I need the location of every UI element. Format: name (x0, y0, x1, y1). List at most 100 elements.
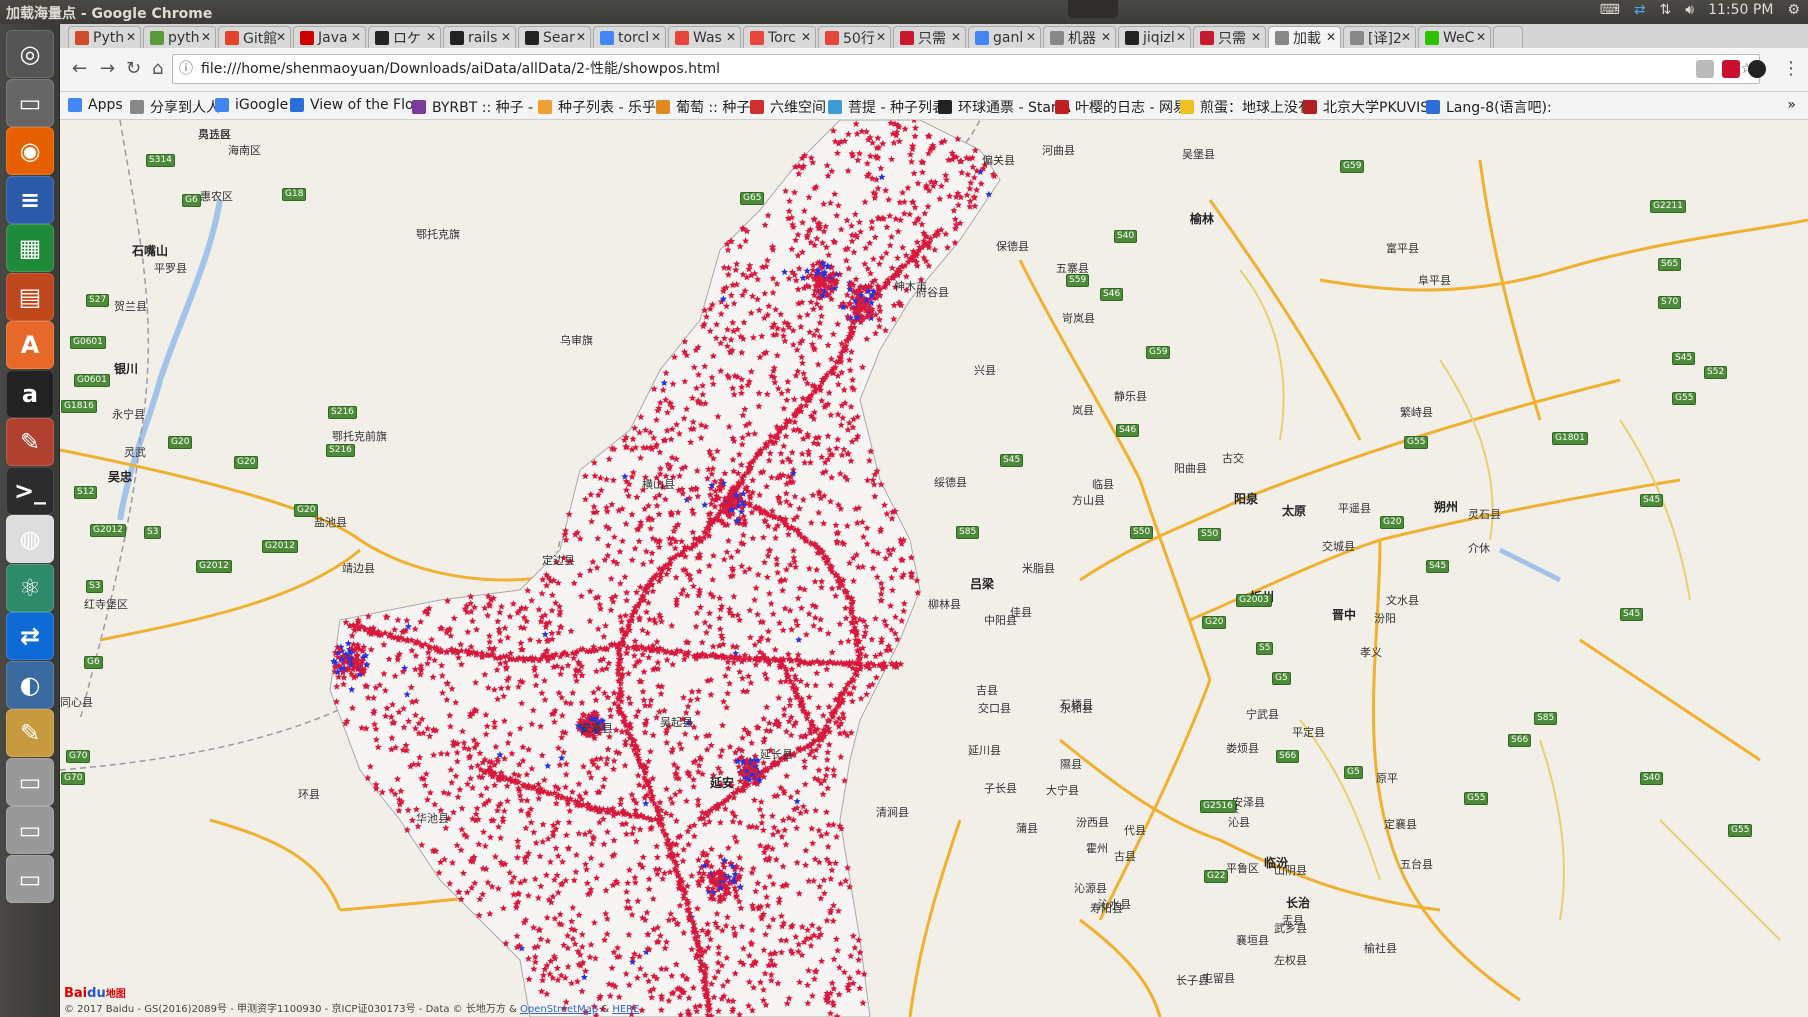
tab-close-icon[interactable]: ✕ (1401, 30, 1411, 44)
tab-close-icon[interactable]: ✕ (1251, 30, 1261, 44)
new-tab-button[interactable] (1493, 26, 1523, 48)
bookmark-item[interactable]: BYRBT :: 种子 - P (412, 97, 546, 117)
browser-tab[interactable]: Sear ✕ (518, 26, 591, 48)
address-bar[interactable]: ⓘ file:///home/shenmaoyuan/Downloads/aiD… (172, 54, 1760, 84)
bookmark-item[interactable]: 种子列表 - 乐乎P (538, 97, 664, 117)
software-center-icon[interactable]: A (6, 321, 54, 369)
atom-icon[interactable]: ⚛ (6, 563, 54, 612)
tab-close-icon[interactable]: ✕ (351, 30, 361, 44)
bookmark-item[interactable]: iGoogle (215, 97, 288, 113)
clock[interactable]: 11:50 PM (1708, 2, 1773, 18)
bookmark-item[interactable]: 煎蛋：地球上没有 (1180, 97, 1312, 117)
wireshark-icon[interactable]: ◐ (6, 660, 54, 709)
tab-close-icon[interactable]: ✕ (1101, 30, 1111, 44)
tab-close-icon[interactable]: ✕ (1326, 30, 1336, 44)
browser-tab[interactable]: Java ✕ (293, 26, 366, 48)
text-editor-icon[interactable]: ✎ (6, 709, 54, 757)
bookmarks-more-icon[interactable]: » (1787, 97, 1796, 113)
drive-icon[interactable]: ▭ (6, 757, 54, 806)
here-link[interactable]: HERE (612, 1004, 639, 1015)
keyboard-icon[interactable]: ⌨ (1600, 2, 1620, 18)
tab-close-icon[interactable]: ✕ (501, 30, 511, 44)
back-icon[interactable]: ← (72, 58, 87, 79)
osm-link[interactable]: OpenStreetMap (520, 1004, 598, 1015)
drive-icon[interactable]: ▭ (6, 806, 54, 854)
browser-tab[interactable]: Torc ✕ (743, 26, 816, 48)
bookmark-item[interactable]: 北京大学PKUVIS (1303, 97, 1429, 117)
tab-close-icon[interactable]: ✕ (726, 30, 736, 44)
volume-icon[interactable]: 🔊︎ (1685, 2, 1694, 18)
bookmark-item[interactable]: 环球通票 - Star A (938, 97, 1071, 117)
bookmark-item[interactable]: 菩提 - 种子列表 (828, 97, 946, 117)
browser-tab[interactable]: ganl ✕ (968, 26, 1041, 48)
bookmark-item[interactable]: View of the Flow (290, 97, 425, 113)
impress-icon[interactable]: ▤ (6, 272, 54, 321)
tab-close-icon[interactable]: ✕ (426, 30, 436, 44)
firefox-icon[interactable]: ◉ (6, 127, 54, 175)
chrome-icon[interactable]: ◍ (6, 515, 54, 563)
tab-close-icon[interactable]: ✕ (201, 30, 211, 44)
browser-tab[interactable]: 机器 ✕ (1043, 26, 1116, 48)
browser-tab[interactable]: 加載 ✕ (1268, 26, 1341, 48)
gear-icon[interactable]: ⚙ (1787, 2, 1800, 18)
browser-tab[interactable]: 50行 ✕ (818, 26, 891, 48)
browser-tab[interactable]: Pyth ✕ (68, 26, 141, 48)
terminal-icon[interactable]: >_ (6, 466, 54, 515)
extension-icon[interactable] (1722, 60, 1740, 78)
tab-close-icon[interactable]: ✕ (1476, 30, 1486, 44)
place-label: 米脂县 (1022, 562, 1055, 575)
writer-icon[interactable]: ≡ (6, 175, 54, 224)
extension-icon[interactable] (1748, 60, 1766, 78)
drive-icon[interactable]: ▭ (6, 854, 54, 903)
teamviewer-icon[interactable]: ⇄ (6, 612, 54, 660)
place-label: 交口县 (978, 702, 1011, 715)
bookmark-item[interactable]: 六维空间 (750, 97, 826, 117)
menu-icon[interactable]: ⋮ (1782, 58, 1800, 79)
bookmark-item[interactable]: 葡萄 :: 种子 (656, 97, 750, 117)
tab-close-icon[interactable]: ✕ (1176, 30, 1186, 44)
browser-tab[interactable]: pyth ✕ (143, 26, 216, 48)
bookmark-favicon-icon (130, 100, 144, 114)
dash-icon[interactable]: ◎ (6, 30, 54, 78)
place-label: 兴县 (974, 364, 996, 377)
extension-icon[interactable] (1696, 60, 1714, 78)
home-icon[interactable]: ⌂ (152, 58, 163, 79)
road-shield: S66 (1276, 750, 1300, 763)
browser-tab[interactable]: jiqizl ✕ (1118, 26, 1191, 48)
place-label: 长治 (1286, 896, 1311, 910)
tab-close-icon[interactable]: ✕ (276, 30, 286, 44)
files-icon[interactable]: ▭ (6, 78, 54, 127)
place-label: 平罗县 (154, 262, 187, 275)
info-icon[interactable]: ⓘ (179, 55, 193, 83)
browser-tab[interactable]: torcl ✕ (593, 26, 666, 48)
tab-close-icon[interactable]: ✕ (876, 30, 886, 44)
map-canvas[interactable]: 乌达区 海南区 惠农区 石嘴山 平罗县 鄂托克旗 贺兰县 银川 永宁县 灵武 吴忠 乌审旗 鄂托克前旗盐… (60, 120, 1808, 1017)
tab-close-icon[interactable]: ✕ (951, 30, 961, 44)
forward-icon[interactable]: → (100, 58, 115, 79)
bookmark-item[interactable]: 叶樱的日志 - 网易 (1055, 97, 1187, 117)
window-controls[interactable] (1068, 0, 1118, 18)
tab-close-icon[interactable]: ✕ (801, 30, 811, 44)
tab-close-icon[interactable]: ✕ (1026, 30, 1036, 44)
amazon-icon[interactable]: a (6, 369, 54, 418)
settings-icon[interactable]: ✎ (6, 418, 54, 466)
bookmark-item[interactable]: Apps (68, 97, 123, 113)
calc-icon[interactable]: ▦ (6, 224, 54, 272)
baidu-map-logo[interactable]: Baidu地图 (64, 985, 126, 1001)
bookmark-item[interactable]: 分享到人人 (130, 97, 220, 117)
reload-icon[interactable]: ↻ (126, 58, 141, 79)
tab-close-icon[interactable]: ✕ (126, 30, 136, 44)
network-icon[interactable]: ⇅ (1660, 2, 1672, 18)
browser-tab[interactable]: 只需 ✕ (893, 26, 966, 48)
browser-tab[interactable]: ロケ ✕ (368, 26, 441, 48)
browser-tab[interactable]: Was ✕ (668, 26, 741, 48)
browser-tab[interactable]: rails ✕ (443, 26, 516, 48)
bookmark-item[interactable]: Lang-8(语言吧): (1426, 97, 1552, 117)
tab-close-icon[interactable]: ✕ (651, 30, 661, 44)
browser-tab[interactable]: Git館 ✕ (218, 26, 291, 48)
browser-tab[interactable]: 只需 ✕ (1193, 26, 1266, 48)
browser-tab[interactable]: WeC ✕ (1418, 26, 1491, 48)
tab-close-icon[interactable]: ✕ (576, 30, 586, 44)
teamviewer-icon[interactable]: ⇄ (1634, 2, 1646, 18)
browser-tab[interactable]: [译]2 ✕ (1343, 26, 1416, 48)
